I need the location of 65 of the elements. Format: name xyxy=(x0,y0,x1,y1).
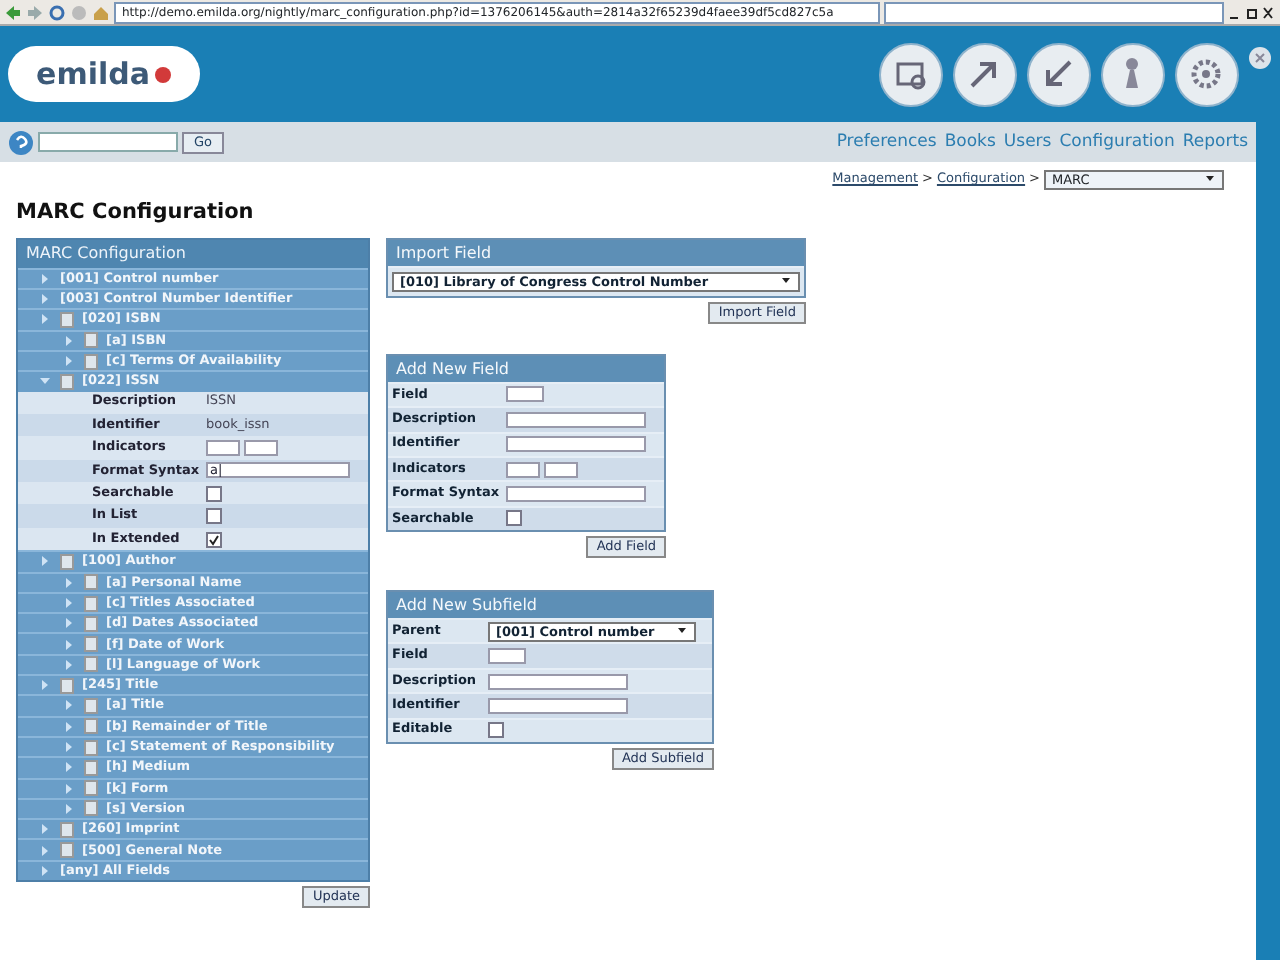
text-input[interactable] xyxy=(488,673,628,690)
nav-link[interactable]: Users xyxy=(1003,129,1052,155)
expand-icon[interactable] xyxy=(62,740,76,755)
nav-link[interactable]: Configuration xyxy=(1059,129,1175,155)
text-input[interactable] xyxy=(506,486,646,502)
text-input[interactable] xyxy=(506,386,544,403)
indicator-input[interactable] xyxy=(244,440,278,456)
expand-icon[interactable] xyxy=(38,843,52,858)
expand-icon[interactable] xyxy=(38,292,52,307)
expand-icon[interactable] xyxy=(62,354,76,369)
help-icon[interactable] xyxy=(8,129,34,155)
indicator-input[interactable] xyxy=(206,440,240,456)
close-icon[interactable] xyxy=(1248,46,1272,70)
search-field[interactable] xyxy=(884,1,1224,23)
text-input[interactable] xyxy=(488,648,526,665)
logo: emilda xyxy=(8,46,200,102)
arrow-up-right-icon[interactable] xyxy=(952,41,1018,107)
checkbox[interactable] xyxy=(206,531,222,548)
forward-icon[interactable] xyxy=(26,3,44,21)
collapse-icon[interactable] xyxy=(38,374,52,389)
expand-icon[interactable] xyxy=(62,657,76,672)
nav-link[interactable]: Books xyxy=(944,129,996,155)
indicator-input[interactable] xyxy=(544,461,578,478)
panel-title: Import Field xyxy=(388,239,804,266)
expand-icon[interactable] xyxy=(38,312,52,327)
caret-icon xyxy=(676,623,688,636)
expand-icon[interactable] xyxy=(38,863,52,878)
page-title: MARC Configuration xyxy=(16,198,256,228)
expand-icon[interactable] xyxy=(62,760,76,775)
expand-icon[interactable] xyxy=(62,801,76,816)
panel-title: Add New Subfield xyxy=(388,592,712,619)
search-book-icon[interactable] xyxy=(878,41,944,107)
checkbox[interactable] xyxy=(488,722,504,739)
caret-icon xyxy=(1204,172,1216,184)
expand-icon[interactable] xyxy=(62,575,76,590)
expand-icon[interactable] xyxy=(38,554,52,569)
expand-icon[interactable] xyxy=(62,698,76,713)
expand-icon[interactable] xyxy=(38,271,52,286)
expand-icon[interactable] xyxy=(62,596,76,610)
expand-icon[interactable] xyxy=(38,822,52,837)
window-controls-drawing[interactable] xyxy=(1228,3,1276,21)
checkbox[interactable] xyxy=(206,508,222,525)
checkbox[interactable] xyxy=(206,485,222,502)
expand-icon[interactable] xyxy=(62,616,76,631)
text-input[interactable] xyxy=(506,436,646,453)
nav-link[interactable]: Preferences xyxy=(836,129,937,155)
reload-icon[interactable] xyxy=(48,3,66,21)
text-input[interactable] xyxy=(488,697,628,714)
search-field[interactable] xyxy=(38,132,178,152)
panel-title: Add New Field xyxy=(388,355,664,382)
expand-icon[interactable] xyxy=(38,678,52,693)
home-icon[interactable] xyxy=(92,3,110,21)
checkbox[interactable] xyxy=(506,510,522,527)
expand-icon[interactable] xyxy=(62,637,76,652)
expand-icon[interactable] xyxy=(62,719,76,734)
arrow-down-left-icon[interactable] xyxy=(1026,41,1092,107)
expand-icon[interactable] xyxy=(62,781,76,796)
expand-icon[interactable] xyxy=(62,333,76,348)
nav-link[interactable]: Reports xyxy=(1182,129,1248,155)
text-input[interactable] xyxy=(506,411,646,428)
back-icon[interactable] xyxy=(4,3,22,21)
panel-title: MARC Configuration xyxy=(18,239,368,268)
settings-icon[interactable] xyxy=(1174,41,1240,107)
indicator-input[interactable] xyxy=(506,461,540,478)
caret-icon xyxy=(780,273,792,286)
